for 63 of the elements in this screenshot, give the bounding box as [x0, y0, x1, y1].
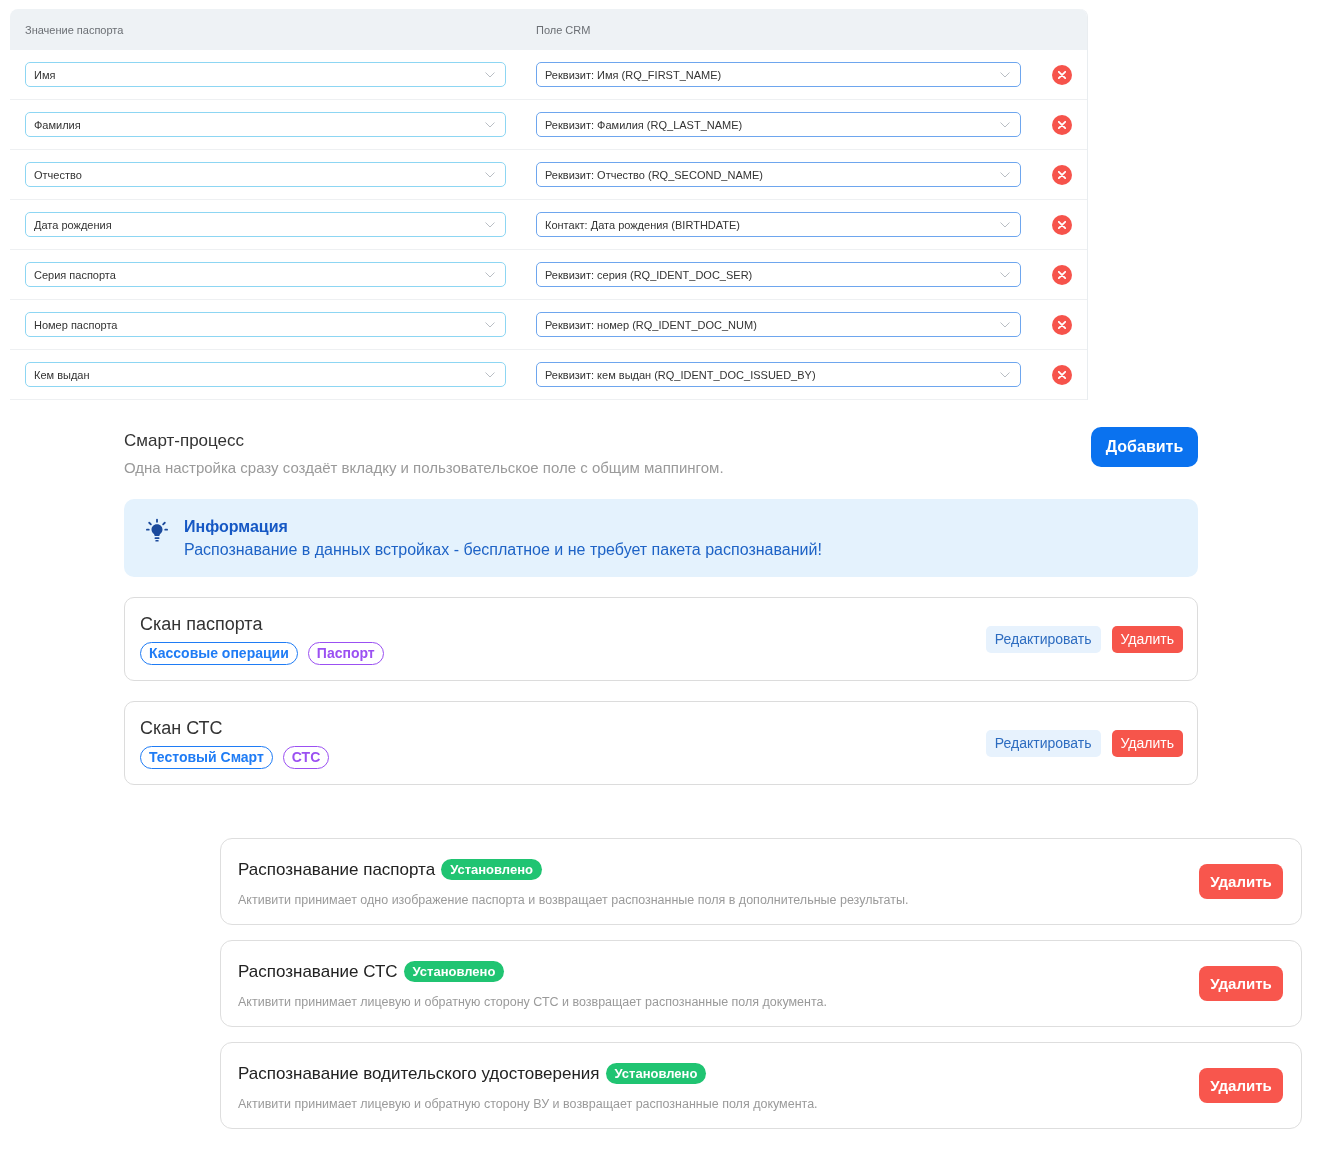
cross-icon — [1058, 170, 1066, 179]
card-title: Скан паспорта — [140, 613, 264, 635]
activity-description: Активити принимает одно изображение паспорта и возвращает распознанные поля в дополнительные результаты. — [238, 891, 909, 908]
chevron-down-icon — [1000, 121, 1010, 128]
chevron-down-icon — [485, 271, 495, 278]
chevron-down-icon — [485, 121, 495, 128]
chevron-down-icon — [1000, 171, 1010, 178]
chevron-down-icon — [485, 321, 495, 328]
activity-title: Распознавание СТС — [238, 960, 398, 983]
edit-button[interactable]: Редактировать — [985, 729, 1101, 757]
chevron-down-icon — [1000, 271, 1010, 278]
select-field[interactable]: Реквизит: Имя (RQ_FIRST_NAME) — [536, 62, 1021, 87]
select-field[interactable]: Реквизит: кем выдан (RQ_IDENT_DOC_ISSUED_BY) — [536, 362, 1021, 387]
activity-description: Активити принимает лицевую и обратную сторону СТС и возвращает распознанные поля документа. — [238, 993, 827, 1010]
section-title: Смарт-процесс — [124, 431, 246, 451]
select-field[interactable]: Серия паспорта — [25, 262, 506, 287]
info-text: Распознавание в данных встройках - бесплатное и не требует пакета распознаваний! — [184, 540, 822, 560]
card-title: Скан СТС — [140, 717, 224, 739]
activity-title: Распознавание паспорта — [238, 858, 436, 881]
select-field[interactable]: Кем выдан — [25, 362, 506, 387]
delete-row-button[interactable] — [1052, 164, 1072, 185]
select-field[interactable]: Отчество — [25, 162, 506, 187]
add-button[interactable]: Добавить — [1091, 427, 1198, 467]
select-field[interactable]: Дата рождения — [25, 212, 506, 237]
select-field[interactable]: Фамилия — [25, 112, 506, 137]
column-header: Значение паспорта — [25, 23, 125, 36]
chevron-down-icon — [1000, 371, 1010, 378]
cross-icon — [1058, 370, 1066, 379]
chevron-down-icon — [1000, 321, 1010, 328]
delete-row-button[interactable] — [1052, 264, 1072, 285]
delete-row-button[interactable] — [1052, 214, 1072, 235]
chevron-down-icon — [1000, 71, 1010, 78]
delete-row-button[interactable] — [1052, 364, 1072, 385]
status-badge: Установлено — [441, 859, 542, 880]
cross-icon — [1058, 270, 1066, 279]
cross-icon — [1058, 220, 1066, 229]
select-field[interactable]: Номер паспорта — [25, 312, 506, 337]
select-field[interactable]: Реквизит: номер (RQ_IDENT_DOC_NUM) — [536, 312, 1021, 337]
cross-icon — [1058, 70, 1066, 79]
select-field[interactable]: Реквизит: серия (RQ_IDENT_DOC_SER) — [536, 262, 1021, 287]
delete-row-button[interactable] — [1052, 114, 1072, 135]
delete-row-button[interactable] — [1052, 64, 1072, 85]
cross-icon — [1058, 320, 1066, 329]
column-header: Поле CRM — [536, 23, 591, 36]
chevron-down-icon — [485, 371, 495, 378]
select-field[interactable]: Имя — [25, 62, 506, 87]
select-field[interactable]: Контакт: Дата рождения (BIRTHDATE) — [536, 212, 1021, 237]
info-title: Информация — [184, 518, 289, 536]
activity-title: Распознавание водительского удостоверения — [238, 1062, 600, 1085]
edit-button[interactable]: Редактировать — [985, 625, 1101, 653]
activity-description: Активити принимает лицевую и обратную сторону ВУ и возвращает распознанные поля документа. — [238, 1095, 818, 1112]
chevron-down-icon — [485, 221, 495, 228]
section-subtitle: Одна настройка сразу создаёт вкладку и пользовательское поле с общим маппингом. — [124, 459, 724, 477]
lightbulb-icon — [146, 518, 168, 544]
select-field[interactable]: Реквизит: Фамилия (RQ_LAST_NAME) — [536, 112, 1021, 137]
chevron-down-icon — [485, 71, 495, 78]
select-field[interactable]: Реквизит: Отчество (RQ_SECOND_NAME) — [536, 162, 1021, 187]
status-badge: Установлено — [605, 1063, 707, 1084]
cross-icon — [1058, 120, 1066, 129]
chevron-down-icon — [1000, 221, 1010, 228]
chevron-down-icon — [485, 171, 495, 178]
status-badge: Установлено — [403, 961, 505, 982]
delete-row-button[interactable] — [1052, 314, 1072, 335]
